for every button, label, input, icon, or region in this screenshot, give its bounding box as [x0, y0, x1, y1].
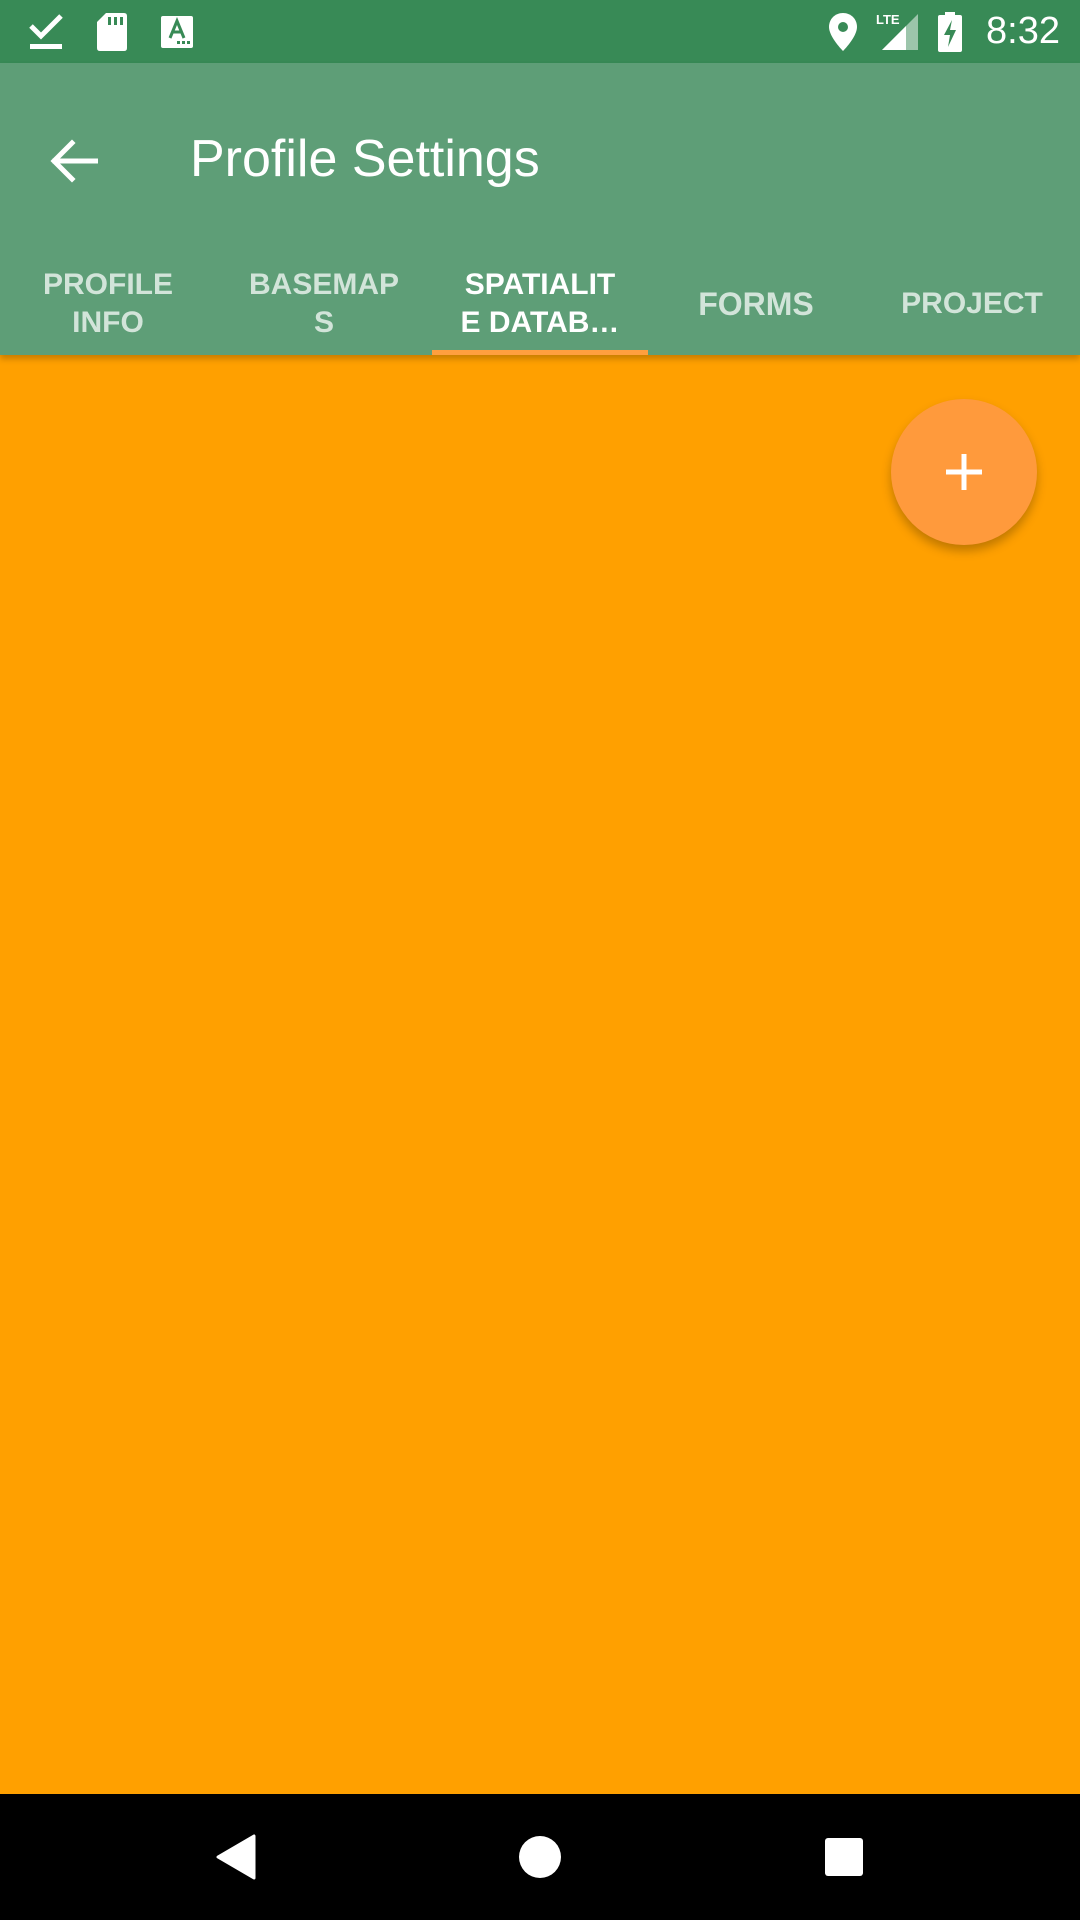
tab-project[interactable]: PROJECT — [864, 253, 1080, 355]
lte-label: LTE — [876, 12, 900, 27]
tab-bar: PROFILE INFO BASEMAP S SPATIALIT E DATAB… — [0, 253, 1080, 355]
nav-back-button[interactable] — [196, 1817, 276, 1897]
navigation-bar — [0, 1794, 1080, 1920]
add-button[interactable] — [891, 399, 1037, 545]
back-button[interactable] — [34, 121, 114, 201]
content-area — [0, 355, 1080, 1794]
tab-profile-info[interactable]: PROFILE INFO — [0, 253, 216, 355]
screen: LTE 8:32 Profile Settings PROFILE INFO B… — [0, 0, 1080, 1920]
status-bar: LTE 8:32 — [0, 0, 1080, 63]
home-circle-icon — [518, 1835, 562, 1879]
tab-label: BASEMAP S — [248, 268, 399, 339]
tab-label: SPATIALIT E DATAB… — [460, 268, 620, 339]
lte-signal-icon: LTE — [876, 12, 920, 52]
tab-label: PROFILE INFO — [42, 268, 173, 339]
keyboard-a-icon — [160, 15, 194, 49]
location-pin-icon — [828, 12, 858, 52]
status-right-icons: LTE 8:32 — [828, 0, 1060, 63]
nav-home-button[interactable] — [500, 1817, 580, 1897]
tab-spatialite-databases[interactable]: SPATIALIT E DATAB… — [432, 253, 648, 355]
arrow-back-icon — [50, 139, 98, 183]
page-title: Profile Settings — [190, 130, 540, 188]
plus-icon — [942, 450, 986, 494]
app-bar: Profile Settings PROFILE INFO BASEMAP S … — [0, 63, 1080, 355]
tab-label: PROJECT — [901, 287, 1043, 320]
download-done-icon — [28, 12, 64, 52]
active-tab-indicator — [432, 350, 648, 355]
tab-forms[interactable]: FORMS — [648, 253, 864, 355]
sd-card-icon — [96, 12, 128, 52]
recents-square-icon — [824, 1837, 864, 1877]
tab-label: FORMS — [698, 286, 814, 322]
tab-basemaps[interactable]: BASEMAP S — [216, 253, 432, 355]
status-time: 8:32 — [986, 10, 1060, 52]
back-triangle-icon — [216, 1834, 256, 1880]
nav-recents-button[interactable] — [804, 1817, 884, 1897]
status-left-icons — [28, 0, 194, 63]
battery-charging-icon — [938, 11, 963, 52]
